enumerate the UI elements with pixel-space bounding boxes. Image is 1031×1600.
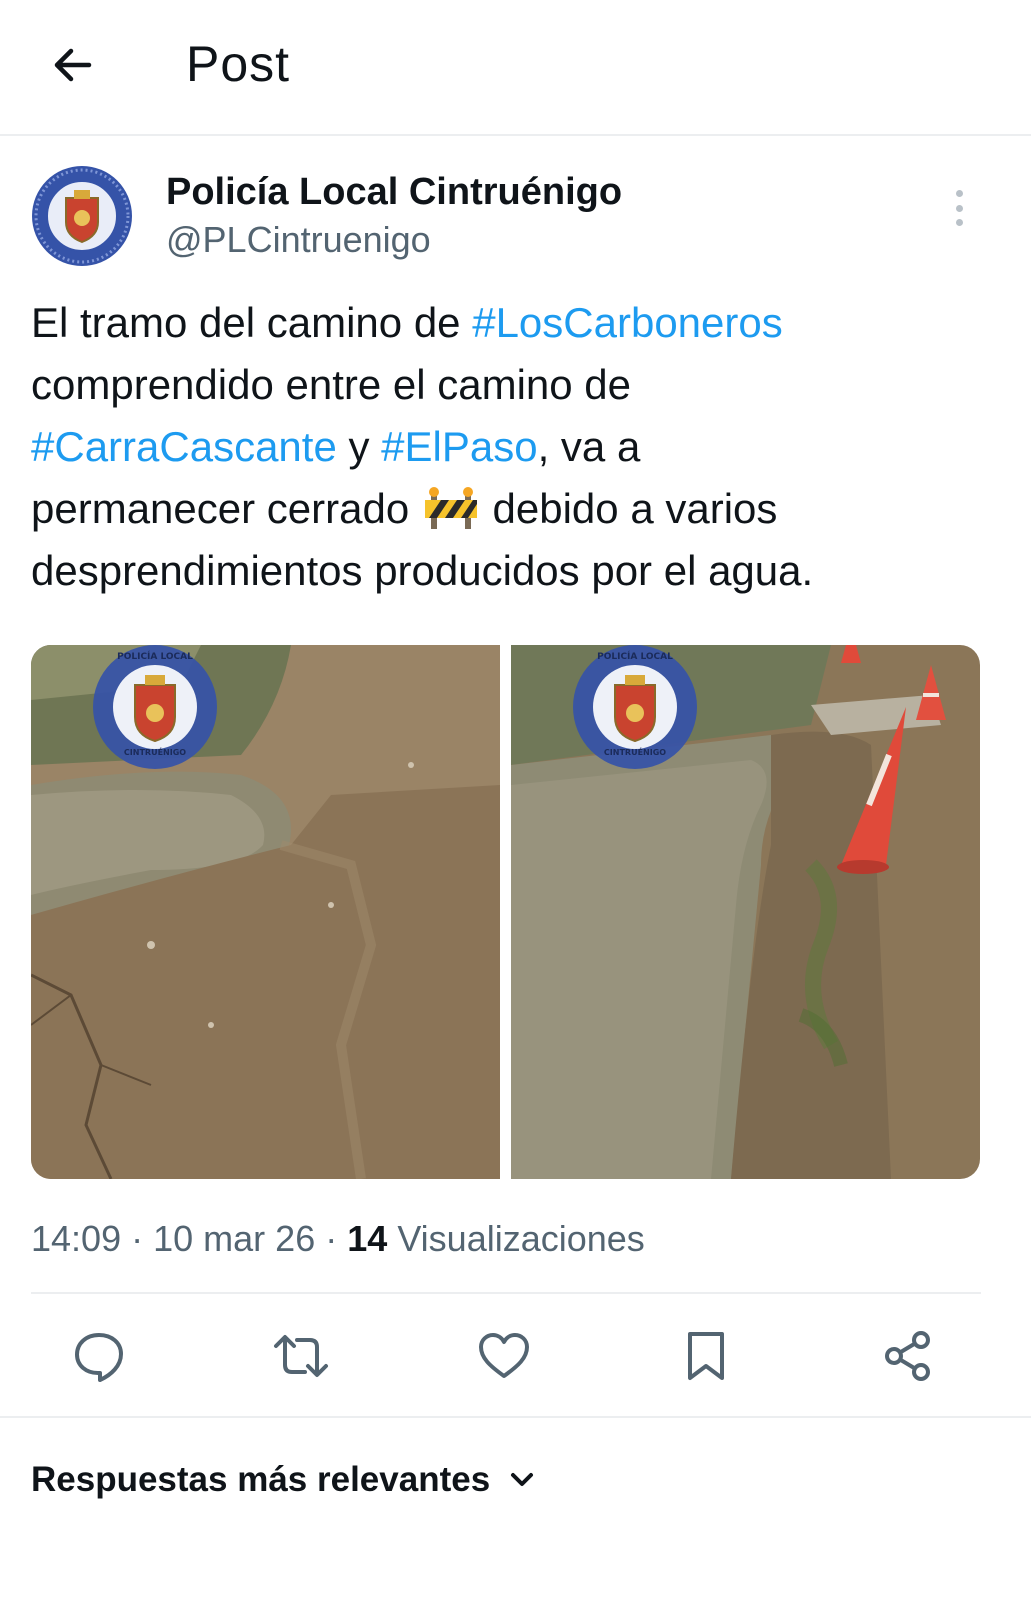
arrow-left-icon — [54, 48, 92, 82]
hashtag-link[interactable]: #LosCarboneros — [472, 299, 783, 346]
dot-icon — [955, 219, 963, 226]
construction-emoji-icon — [424, 487, 477, 529]
text-segment: , va a — [537, 423, 641, 470]
views-count[interactable]: 14 — [347, 1218, 387, 1259]
tweet-line: permanecer cerrado debido a varios — [31, 478, 991, 540]
replies-sort-dropdown[interactable]: Respuestas más relevantes — [31, 1456, 536, 1504]
photo-damaged-path: POLICÍA LOCAL CINTRUÉNIGO — [31, 645, 500, 1179]
back-button[interactable] — [44, 36, 102, 94]
tweet-line: #CarraCascante y #ElPaso, va a — [31, 416, 991, 478]
tweet-line: desprendimientos producidos por el agua. — [31, 540, 991, 602]
reply-button[interactable] — [69, 1326, 129, 1386]
header-divider — [0, 134, 1031, 136]
separator: · — [131, 1218, 144, 1259]
top-bar: Post — [0, 0, 1031, 136]
svg-text:POLICÍA LOCAL: POLICÍA LOCAL — [117, 650, 193, 662]
tweet-text: El tramo del camino de #LosCarboneros co… — [31, 292, 991, 602]
text-segment: debido a varios — [480, 485, 778, 532]
svg-text:CINTRUÉNIGO: CINTRUÉNIGO — [604, 746, 666, 757]
views-label[interactable]: Visualizaciones — [397, 1218, 644, 1259]
author-name[interactable]: Policía Local Cintruénigo — [166, 170, 622, 214]
svg-text:POLICÍA LOCAL: POLICÍA LOCAL — [597, 650, 673, 662]
actions-divider — [0, 1416, 1031, 1418]
text-segment: permanecer cerrado — [31, 485, 421, 532]
author-handle[interactable]: @PLCintruenigo — [166, 218, 431, 262]
svg-text:CINTRUÉNIGO: CINTRUÉNIGO — [124, 746, 186, 757]
avatar[interactable] — [30, 164, 134, 268]
text-segment: comprendido entre el camino de — [31, 361, 632, 408]
tweet-line: El tramo del camino de #LosCarboneros — [31, 292, 991, 354]
separator: · — [325, 1218, 338, 1259]
replies-sort-label: Respuestas más relevantes — [31, 1460, 491, 1499]
media-photo-2[interactable]: POLICÍA LOCAL CINTRUÉNIGO — [511, 645, 980, 1179]
text-segment: desprendimientos producidos por el agua. — [31, 547, 814, 594]
retweet-button[interactable] — [271, 1326, 331, 1386]
hashtag-link[interactable]: #ElPaso — [381, 423, 537, 470]
page-title: Post — [186, 36, 291, 92]
chevron-down-icon — [511, 1473, 534, 1486]
tweet-date: 10 mar 26 — [153, 1218, 316, 1259]
tweet-line: comprendido entre el camino de — [31, 354, 991, 416]
like-button[interactable] — [474, 1326, 534, 1386]
tweet-time: 14:09 — [31, 1218, 122, 1259]
more-options-button[interactable] — [944, 186, 974, 230]
dot-icon — [955, 190, 963, 197]
bookmark-icon — [688, 1332, 724, 1380]
meta-divider — [31, 1292, 981, 1294]
media-photo-1[interactable]: POLICÍA LOCAL CINTRUÉNIGO — [31, 645, 500, 1179]
share-button[interactable] — [878, 1326, 938, 1386]
text-segment: y — [336, 423, 382, 470]
tweet-meta: 14:09 · 10 mar 26 · 14 Visualizaciones — [31, 1214, 645, 1264]
dot-icon — [955, 204, 963, 212]
police-badge-icon — [32, 166, 132, 266]
bookmark-button[interactable] — [676, 1326, 736, 1386]
hashtag-link[interactable]: #CarraCascante — [31, 423, 337, 470]
text-segment: El tramo del camino de — [31, 299, 473, 346]
photo-flooded-path: POLICÍA LOCAL CINTRUÉNIGO — [511, 645, 980, 1179]
share-icon — [885, 1331, 930, 1381]
retweet-icon — [274, 1335, 328, 1377]
reply-icon — [75, 1333, 123, 1382]
like-icon — [479, 1333, 529, 1378]
action-bar — [31, 1320, 981, 1392]
